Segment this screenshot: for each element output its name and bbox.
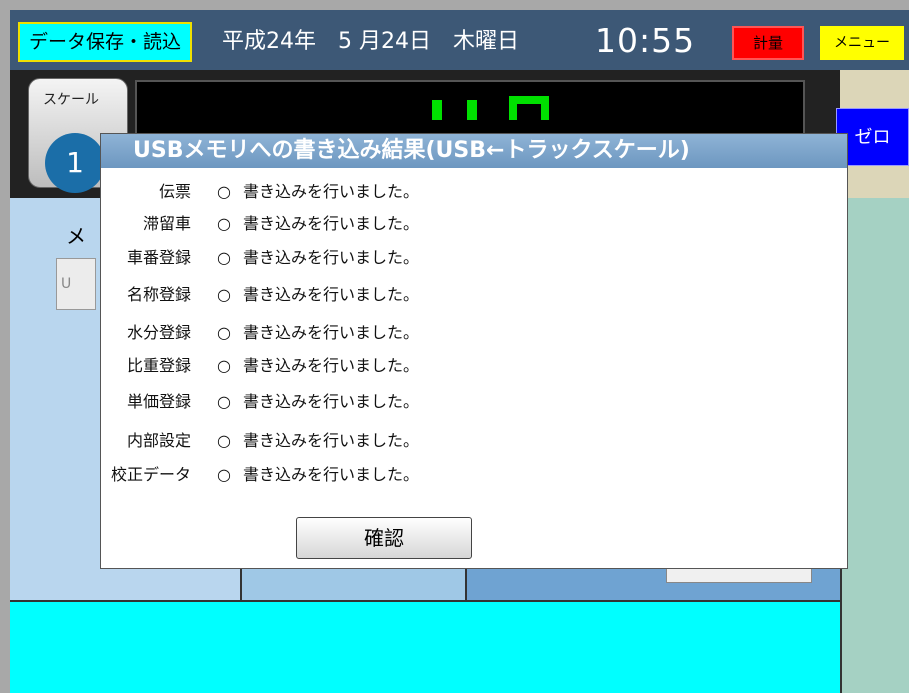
result-row: 車番登録 ○ 書き込みを行いました。: [101, 242, 841, 274]
result-item-name: 比重登録: [126, 356, 191, 375]
bottom-panel: [10, 600, 840, 693]
result-item-name: 単価登録: [126, 392, 191, 411]
date-display: 平成24年 5 月24日 木曜日: [222, 29, 519, 54]
result-status-icon: ○: [217, 182, 231, 201]
usb-write-result-dialog: USBメモリへの書き込み結果(USB←トラックスケール) 伝票 ○ 書き込みを行…: [100, 133, 848, 569]
time-display: 10:55: [595, 21, 696, 60]
weigh-button[interactable]: 計量: [732, 26, 804, 60]
result-status-icon: ○: [217, 356, 231, 375]
result-status-icon: ○: [217, 465, 231, 484]
digit-segment: [432, 100, 442, 120]
background-label: メ: [66, 224, 86, 248]
result-status-icon: ○: [217, 323, 231, 342]
result-row: 水分登録 ○ 書き込みを行いました。: [101, 317, 841, 349]
result-row: 伝票 ○ 書き込みを行いました。: [101, 176, 841, 208]
result-item-name: 校正データ: [110, 465, 191, 484]
result-message: 書き込みを行いました。: [243, 392, 420, 411]
top-bar: データ保存・読込 平成24年 5 月24日 木曜日 10:55 計量 メニュー: [10, 10, 909, 70]
dialog-title: USBメモリへの書き込み結果(USB←トラックスケール): [133, 138, 690, 163]
result-item-name: 伝票: [158, 182, 191, 201]
digit-segment: [541, 96, 549, 120]
result-message: 書き込みを行いました。: [243, 182, 420, 201]
result-row: 名称登録 ○ 書き込みを行いました。: [101, 279, 841, 311]
result-row: 内部設定 ○ 書き込みを行いました。: [101, 425, 841, 457]
result-item-name: 水分登録: [126, 323, 191, 342]
result-item-name: 名称登録: [126, 285, 191, 304]
result-item-name: 内部設定: [126, 431, 191, 450]
result-message: 書き込みを行いました。: [243, 214, 420, 233]
result-status-icon: ○: [217, 431, 231, 450]
digit-segment: [509, 96, 517, 120]
dialog-title-bar: USBメモリへの書き込み結果(USB←トラックスケール): [101, 134, 847, 168]
result-message: 書き込みを行いました。: [243, 465, 420, 484]
app-window: データ保存・読込 平成24年 5 月24日 木曜日 10:55 計量 メニュー …: [10, 10, 909, 693]
menu-button[interactable]: メニュー: [820, 26, 904, 60]
result-message: 書き込みを行いました。: [243, 356, 420, 375]
result-row: 滞留車 ○ 書き込みを行いました。: [101, 208, 841, 240]
result-row: 校正データ ○ 書き込みを行いました。: [101, 459, 841, 491]
result-message: 書き込みを行いました。: [243, 248, 420, 267]
scale-label: スケール: [43, 92, 99, 108]
result-status-icon: ○: [217, 285, 231, 304]
result-status-icon: ○: [217, 392, 231, 411]
result-item-name: 滞留車: [142, 214, 191, 233]
result-status-icon: ○: [217, 248, 231, 267]
result-row: 比重登録 ○ 書き込みを行いました。: [101, 350, 841, 382]
data-save-load-button[interactable]: データ保存・読込: [18, 22, 192, 62]
result-item-name: 車番登録: [126, 248, 191, 267]
confirm-button[interactable]: 確認: [296, 517, 472, 559]
scale-number-badge: 1: [45, 133, 105, 193]
background-input-box[interactable]: U: [56, 258, 96, 310]
digit-segment: [467, 100, 477, 120]
side-strip: [840, 198, 909, 693]
result-message: 書き込みを行いました。: [243, 431, 420, 450]
result-status-icon: ○: [217, 214, 231, 233]
result-message: 書き込みを行いました。: [243, 285, 420, 304]
result-row: 単価登録 ○ 書き込みを行いました。: [101, 386, 841, 418]
result-message: 書き込みを行いました。: [243, 323, 420, 342]
